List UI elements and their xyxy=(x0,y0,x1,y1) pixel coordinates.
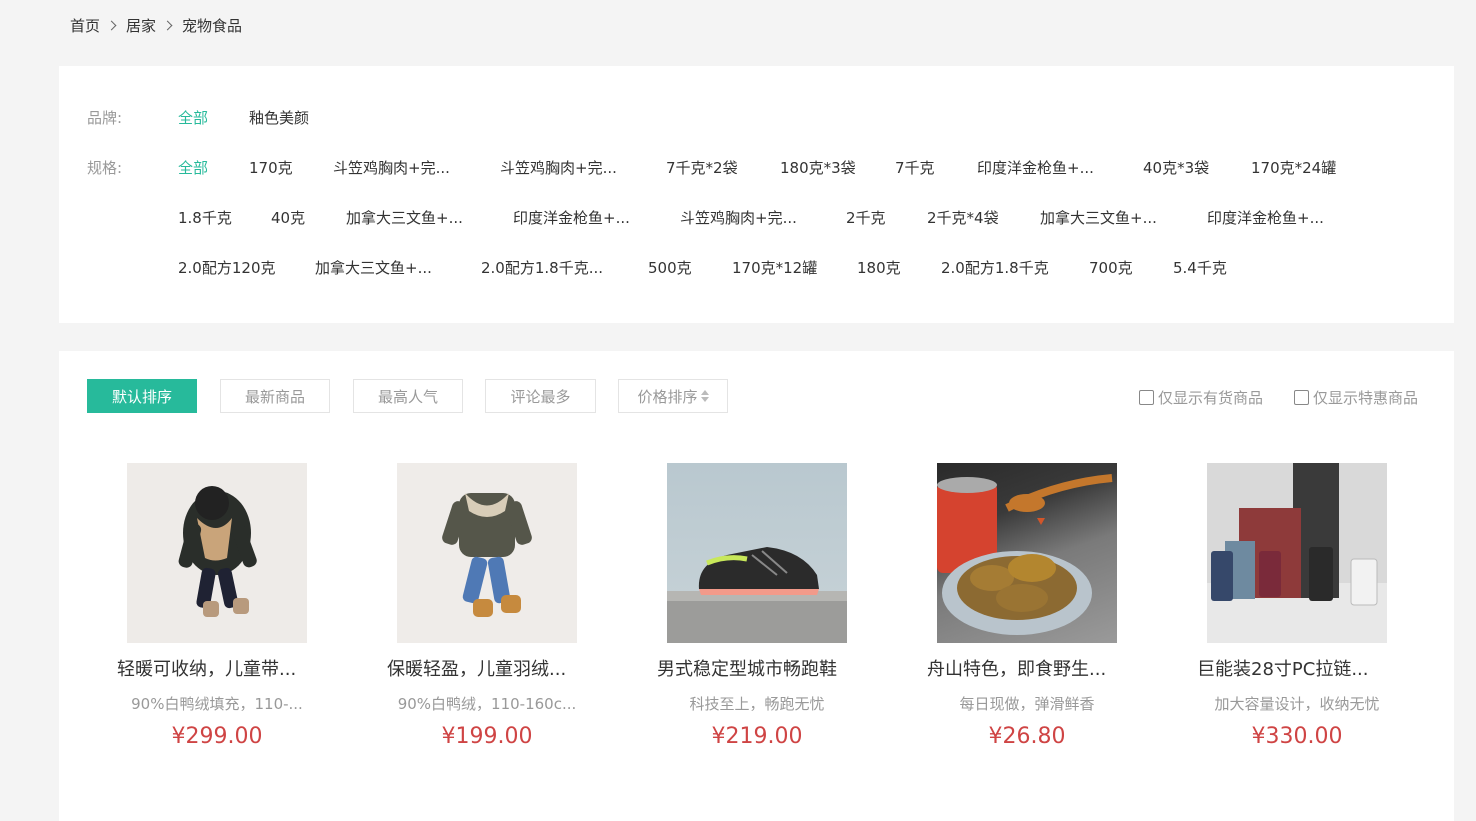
goods-panel: 默认排序 最新商品 最高人气 评论最多 价格排序 仅显示有货商品 仅显示特惠商品 xyxy=(59,351,1454,821)
chevron-right-icon xyxy=(162,20,173,30)
spec-option[interactable]: 2.0配方120克 xyxy=(178,257,276,278)
goods-image xyxy=(667,463,847,643)
spec-option[interactable]: 印度洋金枪鱼+... xyxy=(1207,207,1324,228)
spec-label: 规格: xyxy=(87,159,123,177)
sort-newest-button[interactable]: 最新商品 xyxy=(220,379,330,413)
spec-option[interactable]: 2千克 xyxy=(846,207,886,228)
spec-option[interactable]: 1.8千克 xyxy=(178,207,232,228)
sort-price-label: 价格排序 xyxy=(637,387,698,406)
goods-item[interactable]: 轻暖可收纳，儿童带... 90%白鸭绒填充，110-... ¥299.00 xyxy=(107,463,327,749)
spec-option[interactable]: 2千克*4袋 xyxy=(927,207,999,228)
spec-option[interactable]: 斗笠鸡胸肉+完... xyxy=(680,207,797,228)
spec-option[interactable]: 加拿大三文鱼+... xyxy=(1040,207,1157,228)
spec-option-all[interactable]: 全部 xyxy=(178,157,208,178)
breadcrumb-current: 宠物食品 xyxy=(182,16,243,35)
goods-desc: 加大容量设计，收纳无忧 xyxy=(1214,695,1380,713)
goods-name: 轻暖可收纳，儿童带... xyxy=(117,659,297,680)
sort-popular-button[interactable]: 最高人气 xyxy=(353,379,463,413)
on-sale-checkbox[interactable]: 仅显示特惠商品 xyxy=(1294,387,1418,408)
sort-arrows-icon xyxy=(700,390,709,402)
goods-image xyxy=(937,463,1117,643)
sort-default-button[interactable]: 默认排序 xyxy=(87,379,197,413)
in-stock-checkbox[interactable]: 仅显示有货商品 xyxy=(1139,387,1263,408)
brand-option-all[interactable]: 全部 xyxy=(178,107,208,128)
spec-option[interactable]: 5.4千克 xyxy=(1173,257,1227,278)
goods-price: ¥26.80 xyxy=(988,724,1066,749)
goods-desc: 90%白鸭绒，110-160c... xyxy=(397,695,577,713)
spec-option[interactable]: 7千克*2袋 xyxy=(666,157,738,178)
spec-option[interactable]: 170克*24罐 xyxy=(1251,157,1336,178)
spec-option[interactable]: 500克 xyxy=(648,257,692,278)
filter-panel: 品牌: 全部 釉色美颜 规格: 全部 170克 斗笠鸡胸肉+完... 斗笠鸡胸肉… xyxy=(59,66,1454,323)
goods-image xyxy=(1207,463,1387,643)
spec-option[interactable]: 40克 xyxy=(271,207,305,228)
in-stock-label: 仅显示有货商品 xyxy=(1158,389,1264,407)
goods-item[interactable]: 巨能装28寸PC拉链... 加大容量设计，收纳无忧 ¥330.00 xyxy=(1187,463,1407,749)
spec-option[interactable]: 印度洋金枪鱼+... xyxy=(977,157,1094,178)
spec-option[interactable]: 170克 xyxy=(249,157,293,178)
spec-option[interactable]: 加拿大三文鱼+... xyxy=(346,207,463,228)
goods-item[interactable]: 舟山特色，即食野生... 每日现做，弹滑鲜香 ¥26.80 xyxy=(917,463,1137,749)
spec-option[interactable]: 700克 xyxy=(1089,257,1133,278)
checkbox-icon xyxy=(1294,390,1309,405)
breadcrumb-home[interactable]: 首页 xyxy=(70,15,100,36)
goods-name: 舟山特色，即食野生... xyxy=(927,659,1107,680)
spec-option[interactable]: 40克*3袋 xyxy=(1143,157,1209,178)
spec-option[interactable]: 2.0配方1.8千克... xyxy=(481,257,603,278)
spec-option[interactable]: 斗笠鸡胸肉+完... xyxy=(333,157,450,178)
goods-price: ¥219.00 xyxy=(711,724,803,749)
goods-price: ¥199.00 xyxy=(441,724,533,749)
brand-label: 品牌: xyxy=(87,109,123,127)
chevron-right-icon xyxy=(106,20,117,30)
spec-option[interactable]: 斗笠鸡胸肉+完... xyxy=(500,157,617,178)
goods-image xyxy=(127,463,307,643)
spec-option[interactable]: 7千克 xyxy=(895,157,935,178)
goods-desc: 90%白鸭绒填充，110-... xyxy=(131,695,303,713)
breadcrumb: 首页 居家 宠物食品 xyxy=(70,13,242,37)
goods-name: 保暖轻盈，儿童羽绒... xyxy=(387,659,567,680)
goods-image xyxy=(397,463,577,643)
checkbox-icon xyxy=(1139,390,1154,405)
spec-option[interactable]: 180克*3袋 xyxy=(780,157,856,178)
sort-comments-button[interactable]: 评论最多 xyxy=(485,379,596,413)
spec-option[interactable]: 印度洋金枪鱼+... xyxy=(513,207,630,228)
on-sale-label: 仅显示特惠商品 xyxy=(1313,389,1419,407)
goods-desc: 每日现做，弹滑鲜香 xyxy=(959,695,1095,713)
goods-price: ¥299.00 xyxy=(171,724,263,749)
spec-option[interactable]: 2.0配方1.8千克 xyxy=(941,257,1049,278)
sort-price-button[interactable]: 价格排序 xyxy=(618,379,728,413)
goods-desc: 科技至上，畅跑无忧 xyxy=(689,695,825,713)
brand-option[interactable]: 釉色美颜 xyxy=(249,107,309,128)
spec-option[interactable]: 170克*12罐 xyxy=(732,257,817,278)
goods-name: 巨能装28寸PC拉链... xyxy=(1197,659,1369,680)
goods-name: 男式稳定型城市畅跑鞋 xyxy=(657,659,837,680)
goods-price: ¥330.00 xyxy=(1251,724,1343,749)
goods-item[interactable]: 男式稳定型城市畅跑鞋 科技至上，畅跑无忧 ¥219.00 xyxy=(647,463,867,749)
spec-option[interactable]: 加拿大三文鱼+... xyxy=(315,257,432,278)
spec-option[interactable]: 180克 xyxy=(857,257,901,278)
breadcrumb-category[interactable]: 居家 xyxy=(126,15,156,36)
goods-item[interactable]: 保暖轻盈，儿童羽绒... 90%白鸭绒，110-160c... ¥199.00 xyxy=(377,463,597,749)
